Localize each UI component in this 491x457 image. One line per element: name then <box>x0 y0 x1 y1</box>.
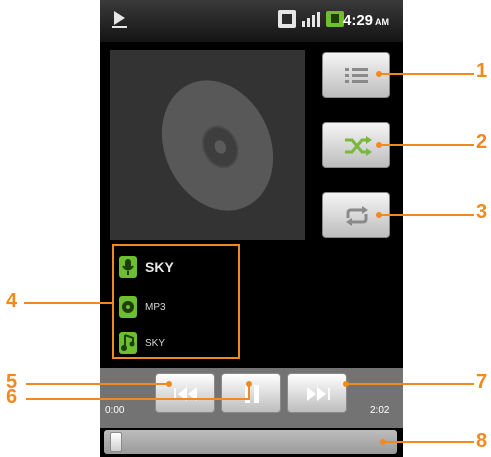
callout-dot-6 <box>246 381 252 387</box>
callout-line-6 <box>26 398 248 400</box>
track-info-box: SKY MP3 SKY <box>112 244 240 359</box>
track-title-row: SKY <box>119 256 174 278</box>
callout-dot-3 <box>376 212 382 218</box>
cd-disc-icon <box>141 62 294 229</box>
callout-dot-5 <box>166 381 172 387</box>
callout-4: 4 <box>6 290 18 312</box>
time-text: 4:29 <box>343 12 374 29</box>
file-format-icon <box>119 296 137 318</box>
pause-icon <box>245 385 259 403</box>
callout-line-2 <box>378 144 474 146</box>
callout-3: 3 <box>476 201 488 223</box>
next-icon <box>307 387 330 401</box>
repeat-icon <box>346 206 368 226</box>
callout-line-8 <box>382 441 474 443</box>
callout-dot-1 <box>376 71 382 77</box>
status-time: 4:29 AM <box>343 12 389 29</box>
message-icon <box>326 11 344 27</box>
music-player-screen: 4:29 AM SKY MP3 SKY 0:00 2:02 <box>100 0 403 457</box>
microphone-icon <box>119 256 137 278</box>
track-artist: SKY <box>145 337 166 349</box>
shuffle-icon <box>345 136 372 156</box>
pause-button[interactable] <box>221 373 281 413</box>
track-format: MP3 <box>145 301 166 313</box>
playlist-icon <box>345 68 368 83</box>
music-playing-bar <box>112 26 127 28</box>
elapsed-time: 0:00 <box>105 405 125 416</box>
track-format-row: MP3 <box>119 296 166 318</box>
ampm-text: AM <box>375 17 390 27</box>
track-artist-row: SKY <box>119 332 165 354</box>
callout-8: 8 <box>476 430 488 452</box>
callout-7: 7 <box>476 371 488 393</box>
callout-6: 6 <box>6 386 18 408</box>
callout-2: 2 <box>476 131 488 153</box>
track-title: SKY <box>145 259 174 275</box>
callout-1: 1 <box>476 60 488 82</box>
previous-button[interactable] <box>155 373 215 413</box>
callout-dot-2 <box>376 142 382 148</box>
callout-line-3 <box>378 214 474 216</box>
status-icons <box>278 10 344 28</box>
data-icon <box>278 10 296 28</box>
callout-line-1 <box>378 73 474 75</box>
artist-icon <box>119 332 137 354</box>
previous-icon <box>174 387 197 401</box>
signal-icon <box>302 11 320 27</box>
total-duration: 2:02 <box>370 405 390 416</box>
callout-line-5 <box>26 383 168 385</box>
album-art <box>110 50 305 240</box>
music-playing-icon <box>114 11 125 25</box>
status-bar: 4:29 AM <box>100 0 403 42</box>
seek-handle[interactable] <box>110 432 122 452</box>
callout-line-7 <box>345 383 474 385</box>
callout-line-4 <box>24 302 112 304</box>
seek-bar[interactable] <box>104 430 397 454</box>
next-button[interactable] <box>287 373 347 413</box>
